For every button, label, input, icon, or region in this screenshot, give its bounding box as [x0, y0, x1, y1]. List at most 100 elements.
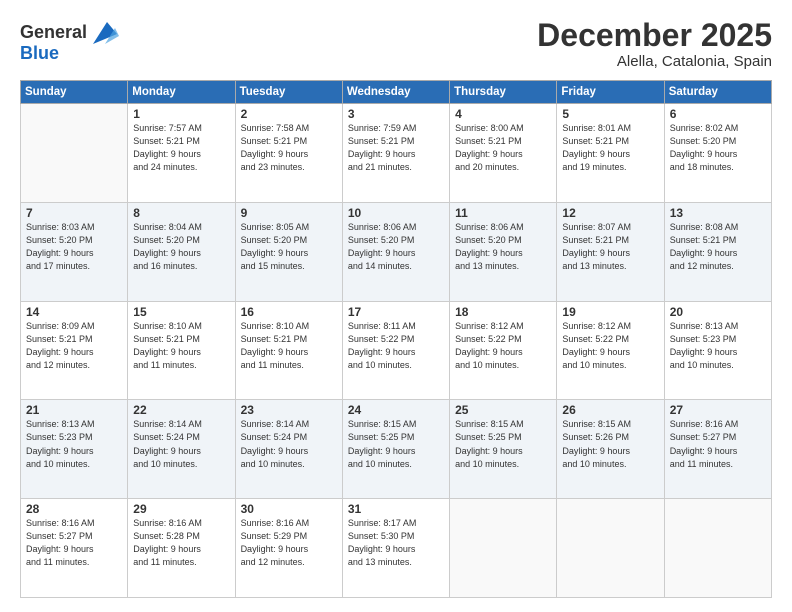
table-cell: 1Sunrise: 7:57 AM Sunset: 5:21 PM Daylig… [128, 104, 235, 203]
calendar-header-row: Sunday Monday Tuesday Wednesday Thursday… [21, 81, 772, 104]
table-cell: 31Sunrise: 8:17 AM Sunset: 5:30 PM Dayli… [342, 499, 449, 598]
day-info: Sunrise: 8:13 AM Sunset: 5:23 PM Dayligh… [26, 418, 122, 470]
day-number: 26 [562, 403, 658, 417]
day-info: Sunrise: 8:16 AM Sunset: 5:27 PM Dayligh… [670, 418, 766, 470]
day-info: Sunrise: 7:59 AM Sunset: 5:21 PM Dayligh… [348, 122, 444, 174]
day-info: Sunrise: 8:00 AM Sunset: 5:21 PM Dayligh… [455, 122, 551, 174]
col-monday: Monday [128, 81, 235, 104]
table-cell: 8Sunrise: 8:04 AM Sunset: 5:20 PM Daylig… [128, 202, 235, 301]
day-info: Sunrise: 8:05 AM Sunset: 5:20 PM Dayligh… [241, 221, 337, 273]
table-cell: 25Sunrise: 8:15 AM Sunset: 5:25 PM Dayli… [450, 400, 557, 499]
day-info: Sunrise: 8:06 AM Sunset: 5:20 PM Dayligh… [455, 221, 551, 273]
logo-icon [89, 18, 119, 48]
day-info: Sunrise: 8:12 AM Sunset: 5:22 PM Dayligh… [562, 320, 658, 372]
day-info: Sunrise: 7:58 AM Sunset: 5:21 PM Dayligh… [241, 122, 337, 174]
table-cell [450, 499, 557, 598]
day-info: Sunrise: 8:14 AM Sunset: 5:24 PM Dayligh… [241, 418, 337, 470]
table-cell [557, 499, 664, 598]
day-info: Sunrise: 8:16 AM Sunset: 5:27 PM Dayligh… [26, 517, 122, 569]
day-info: Sunrise: 7:57 AM Sunset: 5:21 PM Dayligh… [133, 122, 229, 174]
col-friday: Friday [557, 81, 664, 104]
day-number: 23 [241, 403, 337, 417]
table-cell: 12Sunrise: 8:07 AM Sunset: 5:21 PM Dayli… [557, 202, 664, 301]
day-number: 22 [133, 403, 229, 417]
table-cell: 2Sunrise: 7:58 AM Sunset: 5:21 PM Daylig… [235, 104, 342, 203]
day-number: 15 [133, 305, 229, 319]
day-number: 19 [562, 305, 658, 319]
day-info: Sunrise: 8:07 AM Sunset: 5:21 PM Dayligh… [562, 221, 658, 273]
day-info: Sunrise: 8:10 AM Sunset: 5:21 PM Dayligh… [133, 320, 229, 372]
day-info: Sunrise: 8:01 AM Sunset: 5:21 PM Dayligh… [562, 122, 658, 174]
table-cell: 17Sunrise: 8:11 AM Sunset: 5:22 PM Dayli… [342, 301, 449, 400]
logo: General Blue [20, 18, 119, 64]
day-info: Sunrise: 8:09 AM Sunset: 5:21 PM Dayligh… [26, 320, 122, 372]
day-number: 2 [241, 107, 337, 121]
calendar-title: December 2025 [537, 18, 772, 53]
table-cell: 14Sunrise: 8:09 AM Sunset: 5:21 PM Dayli… [21, 301, 128, 400]
day-number: 24 [348, 403, 444, 417]
table-cell: 3Sunrise: 7:59 AM Sunset: 5:21 PM Daylig… [342, 104, 449, 203]
day-number: 3 [348, 107, 444, 121]
day-number: 25 [455, 403, 551, 417]
day-info: Sunrise: 8:11 AM Sunset: 5:22 PM Dayligh… [348, 320, 444, 372]
day-info: Sunrise: 8:02 AM Sunset: 5:20 PM Dayligh… [670, 122, 766, 174]
day-info: Sunrise: 8:12 AM Sunset: 5:22 PM Dayligh… [455, 320, 551, 372]
day-info: Sunrise: 8:16 AM Sunset: 5:29 PM Dayligh… [241, 517, 337, 569]
table-cell [664, 499, 771, 598]
table-cell: 5Sunrise: 8:01 AM Sunset: 5:21 PM Daylig… [557, 104, 664, 203]
table-cell: 29Sunrise: 8:16 AM Sunset: 5:28 PM Dayli… [128, 499, 235, 598]
day-number: 17 [348, 305, 444, 319]
col-wednesday: Wednesday [342, 81, 449, 104]
table-cell: 4Sunrise: 8:00 AM Sunset: 5:21 PM Daylig… [450, 104, 557, 203]
table-cell: 22Sunrise: 8:14 AM Sunset: 5:24 PM Dayli… [128, 400, 235, 499]
header: General Blue December 2025 Alella, Catal… [20, 18, 772, 70]
day-number: 16 [241, 305, 337, 319]
col-saturday: Saturday [664, 81, 771, 104]
day-info: Sunrise: 8:16 AM Sunset: 5:28 PM Dayligh… [133, 517, 229, 569]
day-number: 13 [670, 206, 766, 220]
day-number: 6 [670, 107, 766, 121]
table-cell: 23Sunrise: 8:14 AM Sunset: 5:24 PM Dayli… [235, 400, 342, 499]
logo-text-line2: Blue [20, 44, 59, 64]
table-cell: 6Sunrise: 8:02 AM Sunset: 5:20 PM Daylig… [664, 104, 771, 203]
table-cell: 30Sunrise: 8:16 AM Sunset: 5:29 PM Dayli… [235, 499, 342, 598]
day-info: Sunrise: 8:03 AM Sunset: 5:20 PM Dayligh… [26, 221, 122, 273]
table-cell: 11Sunrise: 8:06 AM Sunset: 5:20 PM Dayli… [450, 202, 557, 301]
day-number: 12 [562, 206, 658, 220]
day-number: 30 [241, 502, 337, 516]
day-info: Sunrise: 8:04 AM Sunset: 5:20 PM Dayligh… [133, 221, 229, 273]
table-cell: 19Sunrise: 8:12 AM Sunset: 5:22 PM Dayli… [557, 301, 664, 400]
day-number: 8 [133, 206, 229, 220]
day-number: 9 [241, 206, 337, 220]
table-cell: 26Sunrise: 8:15 AM Sunset: 5:26 PM Dayli… [557, 400, 664, 499]
calendar-week-row: 21Sunrise: 8:13 AM Sunset: 5:23 PM Dayli… [21, 400, 772, 499]
col-tuesday: Tuesday [235, 81, 342, 104]
day-number: 11 [455, 206, 551, 220]
table-cell: 10Sunrise: 8:06 AM Sunset: 5:20 PM Dayli… [342, 202, 449, 301]
day-number: 5 [562, 107, 658, 121]
col-thursday: Thursday [450, 81, 557, 104]
day-info: Sunrise: 8:14 AM Sunset: 5:24 PM Dayligh… [133, 418, 229, 470]
day-number: 10 [348, 206, 444, 220]
calendar-week-row: 7Sunrise: 8:03 AM Sunset: 5:20 PM Daylig… [21, 202, 772, 301]
calendar-table: Sunday Monday Tuesday Wednesday Thursday… [20, 80, 772, 598]
day-info: Sunrise: 8:08 AM Sunset: 5:21 PM Dayligh… [670, 221, 766, 273]
day-number: 21 [26, 403, 122, 417]
col-sunday: Sunday [21, 81, 128, 104]
day-number: 7 [26, 206, 122, 220]
day-number: 18 [455, 305, 551, 319]
day-info: Sunrise: 8:15 AM Sunset: 5:25 PM Dayligh… [348, 418, 444, 470]
day-number: 20 [670, 305, 766, 319]
page: General Blue December 2025 Alella, Catal… [0, 0, 792, 612]
table-cell: 20Sunrise: 8:13 AM Sunset: 5:23 PM Dayli… [664, 301, 771, 400]
day-number: 29 [133, 502, 229, 516]
day-number: 28 [26, 502, 122, 516]
day-info: Sunrise: 8:15 AM Sunset: 5:25 PM Dayligh… [455, 418, 551, 470]
day-number: 27 [670, 403, 766, 417]
table-cell: 15Sunrise: 8:10 AM Sunset: 5:21 PM Dayli… [128, 301, 235, 400]
table-cell: 21Sunrise: 8:13 AM Sunset: 5:23 PM Dayli… [21, 400, 128, 499]
day-info: Sunrise: 8:10 AM Sunset: 5:21 PM Dayligh… [241, 320, 337, 372]
table-cell: 7Sunrise: 8:03 AM Sunset: 5:20 PM Daylig… [21, 202, 128, 301]
calendar-week-row: 14Sunrise: 8:09 AM Sunset: 5:21 PM Dayli… [21, 301, 772, 400]
calendar-subtitle: Alella, Catalonia, Spain [537, 53, 772, 70]
